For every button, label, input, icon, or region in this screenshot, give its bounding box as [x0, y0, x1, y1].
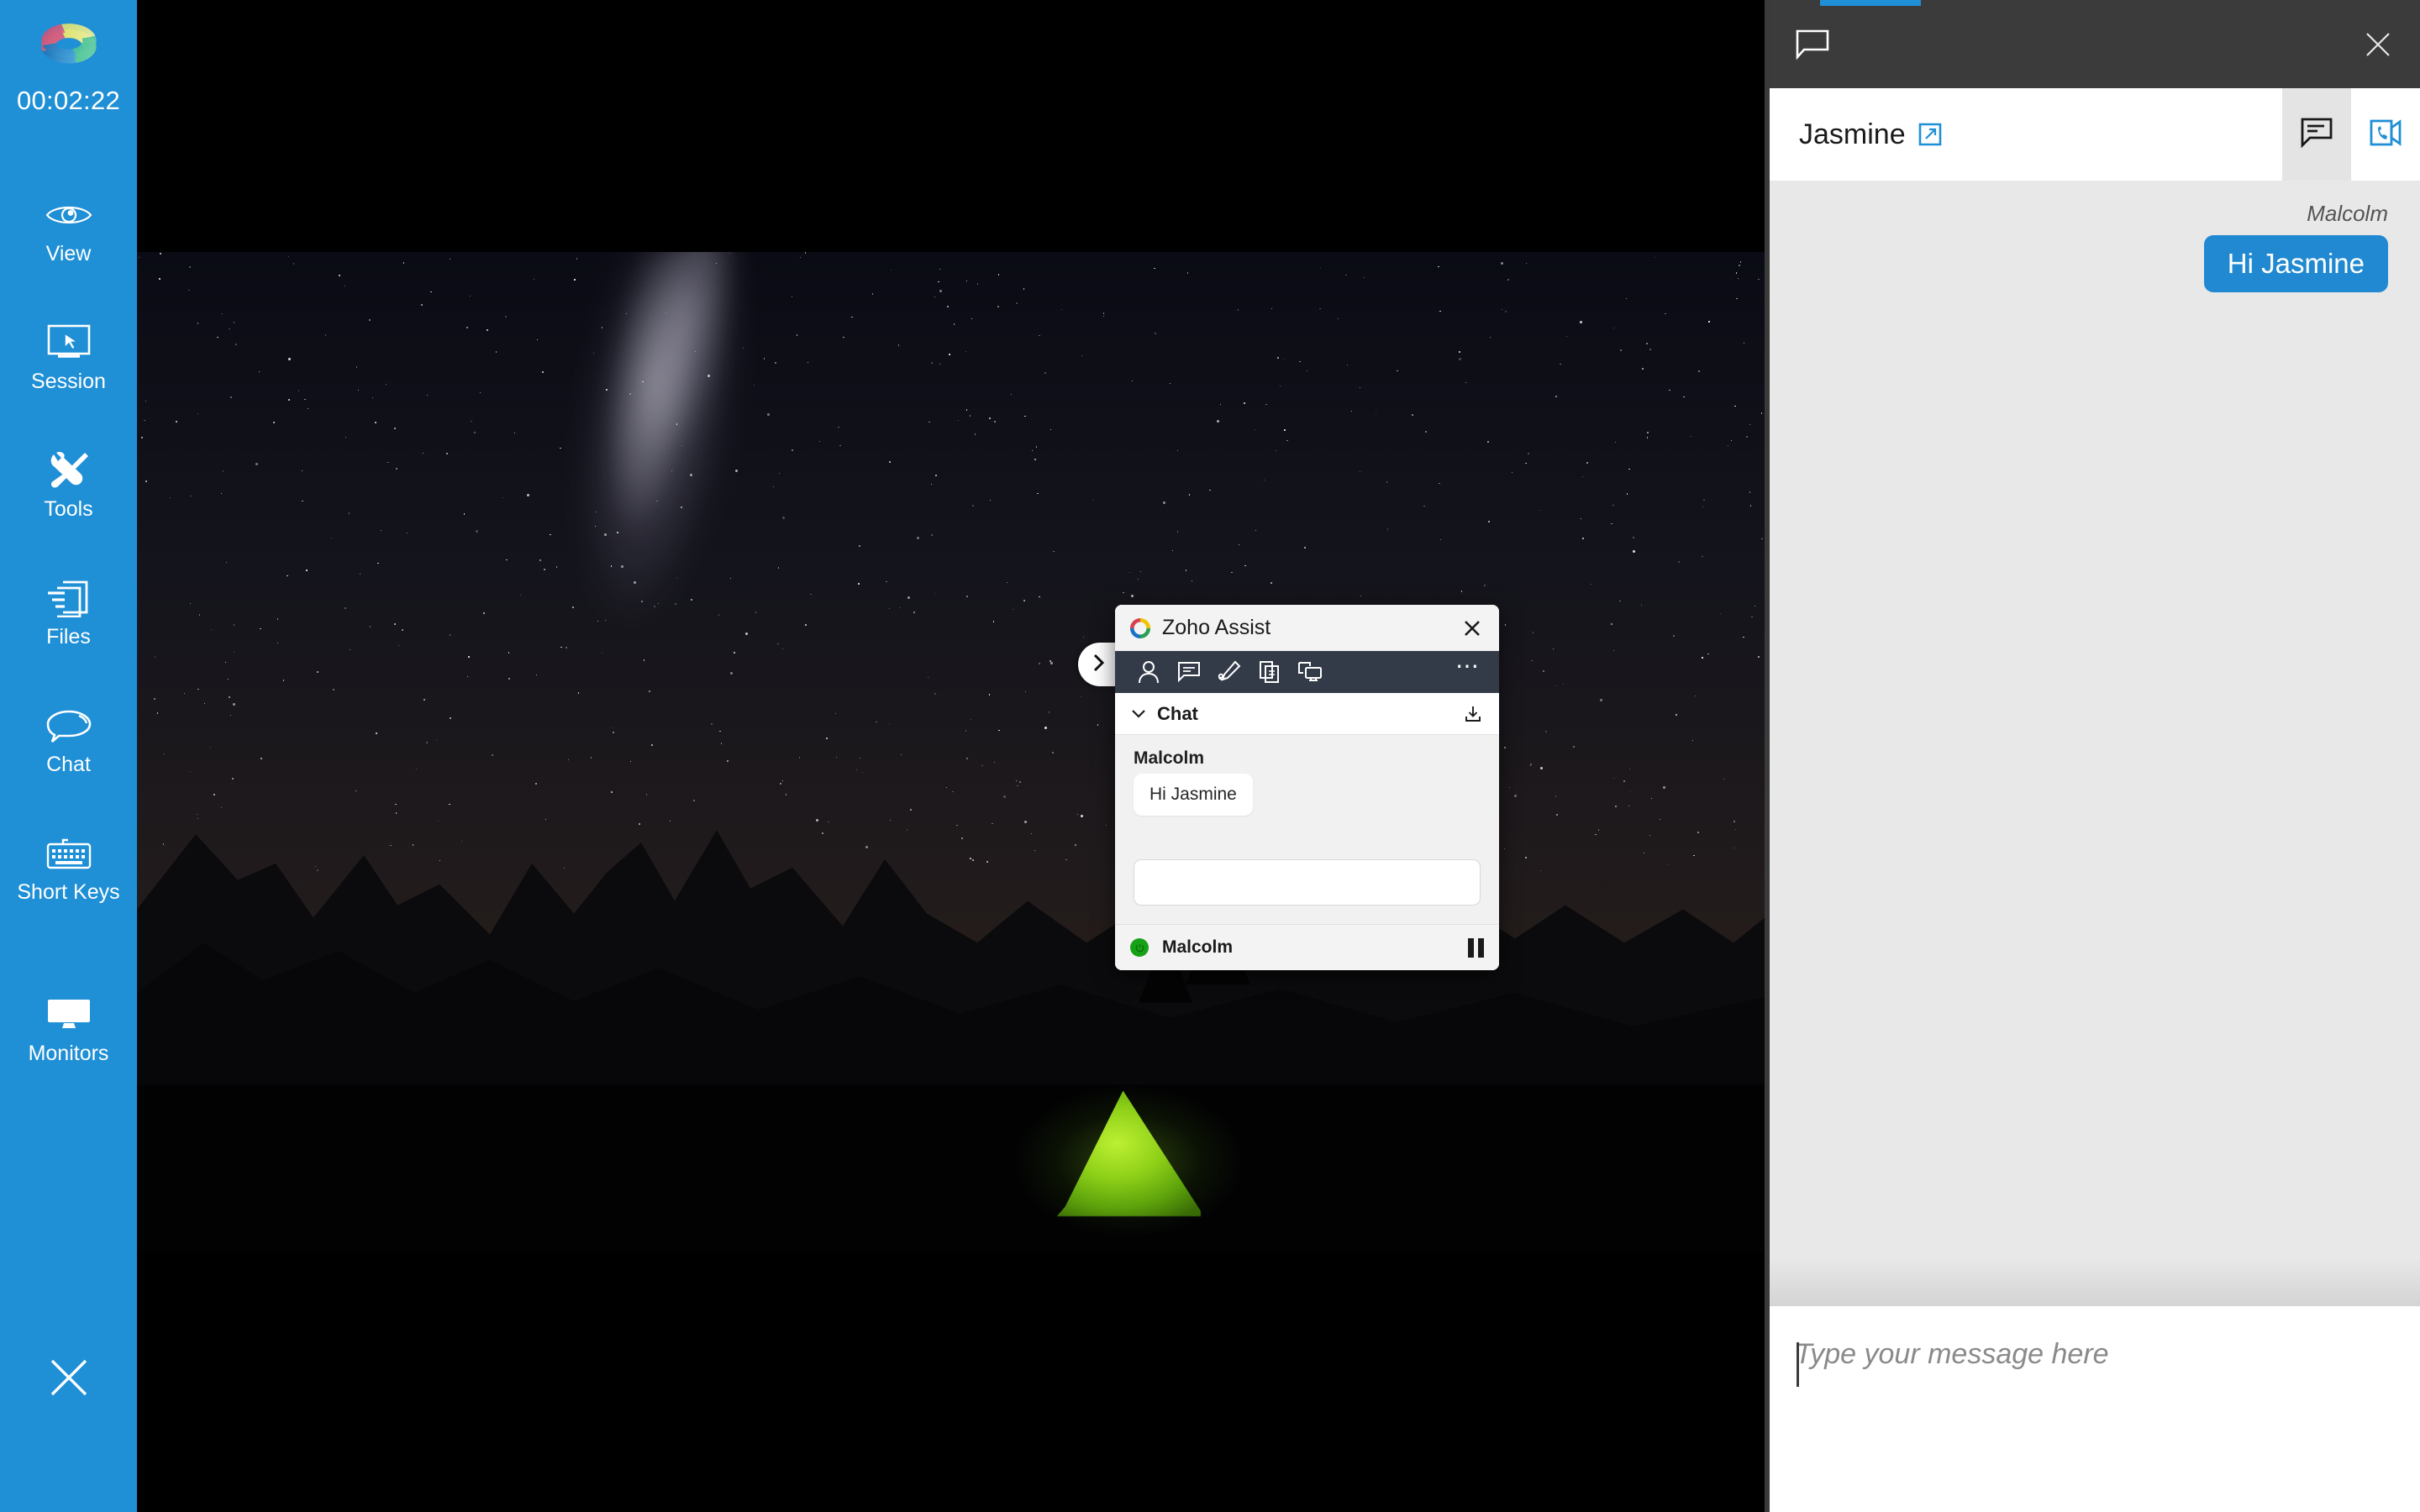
annotate-pencil-icon[interactable] — [1209, 655, 1249, 689]
assist-message-sender: Malcolm — [1134, 748, 1481, 769]
sidebar-item-label: Tools — [44, 497, 92, 522]
remote-desktop-viewport[interactable] — [137, 0, 1765, 1512]
ellipsis-icon[interactable]: ⋯ — [1450, 661, 1486, 683]
technician-chat-panel: Jasmine — [1770, 0, 2420, 1512]
tab-chat[interactable] — [2282, 88, 2351, 181]
zoho-assist-logo — [33, 12, 105, 84]
keyboard-icon — [45, 833, 93, 874]
text-caret — [1797, 1342, 1799, 1387]
session-timer: 00:02:22 — [17, 86, 120, 116]
chat-panel-divider — [1765, 0, 1770, 1512]
remote-support-session-window: 00:02:22 View — [0, 0, 2420, 1512]
sidebar-item-label: View — [46, 242, 92, 266]
assist-status-bar: Malcolm — [1115, 924, 1499, 970]
contact-name: Jasmine — [1799, 118, 1906, 151]
sidebar-item-label: Short Keys — [17, 880, 119, 905]
sidebar-nav-list: View Session — [0, 181, 137, 1109]
assist-panel-expand-toggle[interactable] — [1078, 643, 1118, 686]
chat-message-bubble: Hi Jasmine — [2204, 235, 2388, 292]
composer-top-edge — [1770, 1257, 2420, 1306]
multi-monitor-icon[interactable] — [1290, 655, 1330, 689]
mountain-silhouette — [137, 692, 1765, 1252]
person-icon[interactable] — [1128, 655, 1169, 689]
zoho-assist-floating-panel[interactable]: Zoho Assist — [1115, 605, 1499, 970]
eye-icon — [45, 195, 92, 235]
tab-video[interactable] — [2351, 88, 2420, 181]
pause-icon[interactable] — [1468, 938, 1484, 958]
chat-icon[interactable] — [1169, 655, 1209, 689]
sidebar-item-short-keys[interactable]: Short Keys — [0, 820, 137, 916]
glowing-tent — [1056, 1090, 1201, 1216]
end-session-close-button[interactable] — [0, 1344, 137, 1415]
sidebar-item-session[interactable]: Session — [0, 309, 137, 406]
assist-titlebar[interactable]: Zoho Assist — [1115, 605, 1499, 651]
copy-documents-icon[interactable] — [1249, 655, 1290, 689]
assist-close-button[interactable] — [1457, 613, 1487, 643]
session-toolbar-sidebar: 00:02:22 View — [0, 0, 137, 1512]
chat-message-list: Malcolm Hi Jasmine — [1770, 181, 2420, 1257]
assist-chat-thread: Malcolm Hi Jasmine — [1115, 735, 1499, 924]
sidebar-item-tools[interactable]: Tools — [0, 437, 137, 533]
chat-bubble-icon — [45, 706, 92, 746]
sidebar-item-label: Files — [46, 625, 91, 649]
remote-desktop-wallpaper — [137, 252, 1765, 1252]
file-transfer-icon — [46, 578, 92, 618]
assist-status-name: Malcolm — [1162, 937, 1468, 958]
chat-bubble-outline-icon[interactable] — [1793, 25, 1832, 64]
chat-panel-topbar — [1770, 0, 2420, 88]
zoho-logo-icon — [1129, 617, 1151, 639]
sidebar-item-monitors[interactable]: Monitors — [0, 981, 137, 1078]
chat-message-input[interactable] — [1795, 1338, 2370, 1371]
power-green-dot-icon — [1130, 938, 1149, 957]
sidebar-item-view[interactable]: View — [0, 181, 137, 278]
chevron-right-icon — [1090, 651, 1107, 679]
close-x-icon — [47, 1356, 91, 1404]
contact-name-row: Jasmine — [1770, 88, 2282, 181]
chat-message-sender: Malcolm — [2307, 201, 2388, 227]
assist-message-bubble: Hi Jasmine — [1134, 774, 1253, 816]
chat-panel-close-button[interactable] — [2360, 26, 2396, 63]
video-call-icon — [2370, 118, 2402, 151]
assist-toolbar: ⋯ — [1115, 651, 1499, 693]
sidebar-item-label: Monitors — [29, 1042, 109, 1066]
chat-lines-icon — [2301, 118, 2333, 152]
wrench-screwdriver-icon — [48, 450, 90, 491]
chevron-down-icon[interactable] — [1128, 709, 1150, 719]
assist-message-input[interactable] — [1134, 859, 1481, 906]
letterbox-top — [137, 0, 1765, 252]
sidebar-item-label: Chat — [46, 753, 91, 777]
assist-chat-section-header[interactable]: Chat — [1115, 693, 1499, 735]
assist-panel-title: Zoho Assist — [1162, 616, 1457, 640]
monitor-icon — [47, 995, 91, 1035]
screen-cursor-icon — [46, 323, 92, 363]
active-tab-accent-bar — [1820, 0, 1921, 6]
sidebar-item-label: Session — [31, 370, 106, 394]
chat-panel-header: Jasmine — [1770, 88, 2420, 181]
assist-section-title: Chat — [1157, 703, 1460, 725]
sidebar-item-files[interactable]: Files — [0, 564, 137, 661]
letterbox-bottom — [137, 1252, 1765, 1512]
chat-composer[interactable] — [1770, 1306, 2420, 1512]
sidebar-item-chat[interactable]: Chat — [0, 692, 137, 789]
download-icon[interactable] — [1460, 701, 1486, 727]
external-link-icon[interactable] — [1918, 122, 1944, 147]
